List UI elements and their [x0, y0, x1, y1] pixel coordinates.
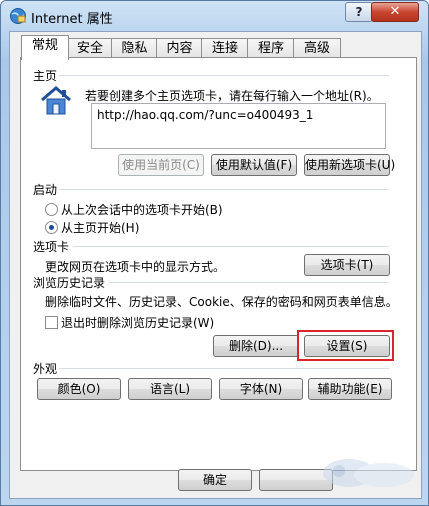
divider — [59, 368, 389, 369]
logo-watermark — [323, 459, 414, 487]
house-icon — [41, 86, 71, 115]
divider — [59, 75, 389, 76]
accessibility-button[interactable]: 辅助功能(E) — [308, 378, 392, 400]
window-title: Internet 属性 — [31, 12, 113, 27]
fonts-button[interactable]: 字体(N) — [219, 378, 303, 400]
tab-programs[interactable]: 程序 — [247, 38, 295, 59]
internet-options-icon — [10, 8, 26, 24]
tab-general[interactable]: 常规 — [21, 35, 69, 60]
use-default-button[interactable]: 使用默认值(F) — [211, 154, 297, 176]
tab-security[interactable]: 安全 — [67, 38, 113, 59]
startup-home-radio[interactable] — [45, 221, 58, 234]
home-page-group-title: 主页 — [33, 69, 58, 83]
tab-content[interactable]: 内容 — [156, 38, 203, 59]
tabs-group-title: 选项卡 — [33, 240, 70, 254]
startup-home-label[interactable]: 从主页开始(H) — [61, 219, 139, 236]
tab-advanced[interactable]: 高级 — [293, 38, 341, 59]
home-page-instruction: 若要创建多个主页选项卡，请在每行输入一个地址(R)。 — [85, 89, 379, 103]
delete-on-exit-label[interactable]: 退出时删除浏览历史记录(W) — [61, 314, 214, 331]
settings-highlight-box — [297, 330, 394, 361]
close-button[interactable]: ✕ — [371, 2, 419, 22]
languages-button[interactable]: 语言(L) — [128, 378, 212, 400]
tab-connections[interactable]: 连接 — [201, 38, 249, 59]
appearance-group-title: 外观 — [33, 362, 58, 376]
help-button[interactable]: ? — [345, 2, 373, 22]
startup-last-session-label[interactable]: 从上次会话中的选项卡开始(B) — [61, 201, 223, 218]
tabs-description: 更改网页在选项卡中的显示方式。 — [45, 260, 226, 274]
title-bar[interactable]: Internet 属性 ? ✕ — [1, 1, 428, 31]
ok-button[interactable]: 确定 — [178, 469, 252, 491]
internet-properties-window: Internet 属性 ? ✕ 常规 安全 隐私 内容 连接 程序 高级 主页 … — [0, 0, 429, 506]
divider — [59, 189, 389, 190]
use-current-button[interactable]: 使用当前页(C) — [118, 154, 204, 176]
tabs-button[interactable]: 选项卡(T) — [304, 254, 390, 276]
divider — [73, 246, 389, 247]
startup-group-title: 启动 — [33, 183, 58, 197]
delete-on-exit-checkbox[interactable] — [45, 316, 58, 329]
home-page-url-input[interactable]: http://hao.qq.com/?unc=o400493_1 — [91, 103, 386, 149]
use-new-tab-button[interactable]: 使用新选项卡(U) — [304, 154, 395, 176]
divider — [109, 282, 389, 283]
tab-privacy[interactable]: 隐私 — [111, 38, 158, 59]
history-group-title: 浏览历史记录 — [33, 276, 106, 290]
startup-last-session-radio[interactable] — [45, 203, 58, 216]
delete-history-button[interactable]: 删除(D)... — [213, 335, 299, 357]
colors-button[interactable]: 颜色(O) — [37, 378, 121, 400]
radio-selected-dot — [49, 225, 54, 230]
history-description: 删除临时文件、历史记录、Cookie、保存的密码和网页表单信息。 — [45, 295, 398, 309]
